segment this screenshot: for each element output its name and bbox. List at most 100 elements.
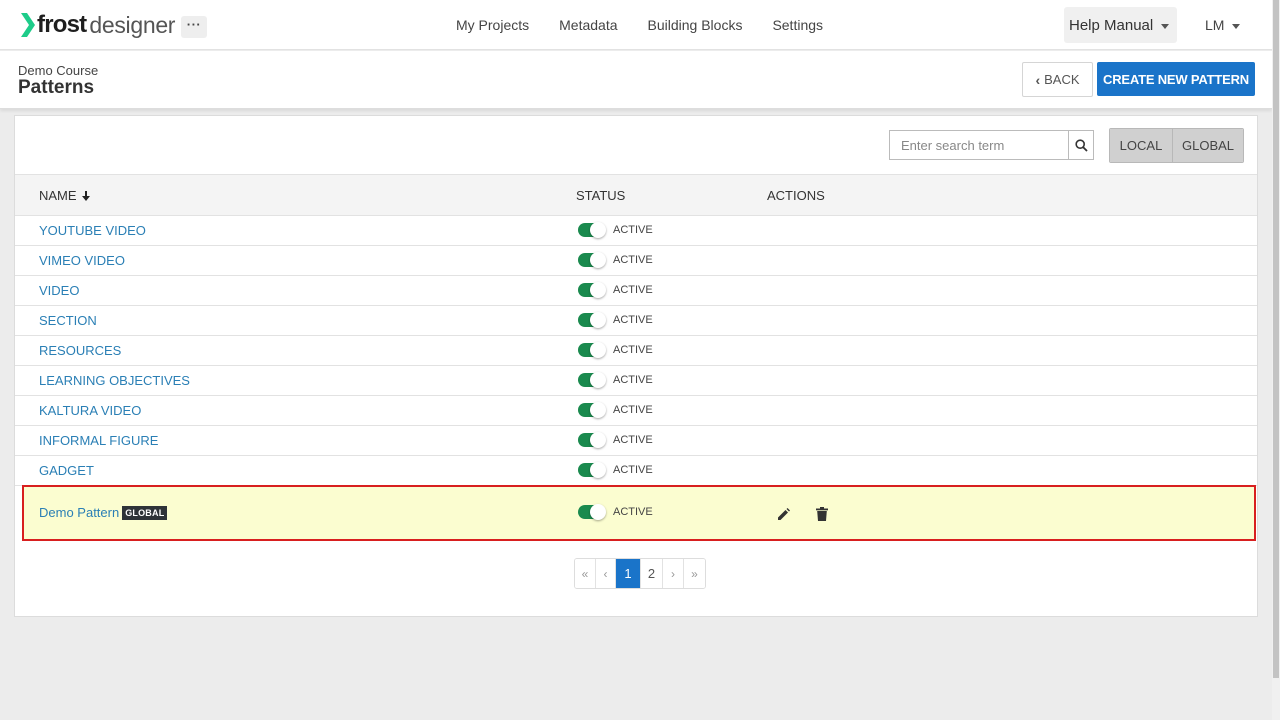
toggle-knob — [590, 402, 606, 418]
table-header: NAME STATUS ACTIONS — [15, 174, 1257, 216]
status-label: ACTIVE — [613, 374, 653, 386]
table-row: SECTION ACTIVE — [15, 306, 1257, 336]
nav-metadata[interactable]: Metadata — [559, 16, 617, 34]
status-label: ACTIVE — [613, 224, 653, 236]
status-toggle[interactable] — [578, 504, 606, 520]
status-toggle[interactable] — [578, 432, 606, 448]
status-label: ACTIVE — [613, 434, 653, 446]
create-new-pattern-button[interactable]: CREATE NEW PATTERN — [1097, 62, 1255, 96]
status-toggle[interactable] — [578, 312, 606, 328]
column-header-status: STATUS — [576, 188, 626, 203]
status-toggle[interactable] — [578, 462, 606, 478]
pagination-last[interactable]: » — [684, 559, 705, 588]
status-label: ACTIVE — [613, 284, 653, 296]
column-header-name-label: NAME — [39, 188, 77, 203]
pagination-page-2[interactable]: 2 — [641, 559, 663, 588]
search-box — [889, 130, 1094, 160]
back-button[interactable]: ‹ BACK — [1022, 62, 1093, 97]
page-title: Patterns — [18, 77, 95, 98]
table-row: RESOURCES ACTIVE — [15, 336, 1257, 366]
table-row: GADGET ACTIVE — [15, 456, 1257, 486]
status-toggle[interactable] — [578, 282, 606, 298]
status-label: ACTIVE — [613, 506, 653, 518]
status-label: ACTIVE — [613, 254, 653, 266]
pattern-name-link[interactable]: SECTION — [39, 313, 97, 328]
pattern-name-link[interactable]: RESOURCES — [39, 343, 121, 358]
toggle-knob — [590, 372, 606, 388]
app-logo[interactable]: frost designer — [21, 11, 175, 39]
status-label: ACTIVE — [613, 464, 653, 476]
status-toggle[interactable] — [578, 402, 606, 418]
table-row: INFORMAL FIGURE ACTIVE — [15, 426, 1257, 456]
nav-settings[interactable]: Settings — [772, 16, 823, 34]
scope-toggle-group: LOCAL GLOBAL — [1109, 128, 1244, 163]
trash-icon — [816, 507, 828, 521]
pattern-name-link[interactable]: YOUTUBE VIDEO — [39, 223, 146, 238]
pattern-name-link[interactable]: VIMEO VIDEO — [39, 253, 125, 268]
edit-button[interactable] — [775, 505, 793, 523]
table-row: KALTURA VIDEO ACTIVE — [15, 396, 1257, 426]
search-input[interactable] — [890, 131, 1069, 159]
pagination: « ‹ 1 2 › » — [574, 558, 706, 589]
top-navbar: frost designer ··· My Projects Metadata … — [0, 0, 1272, 50]
toggle-knob — [590, 432, 606, 448]
column-header-name[interactable]: NAME — [39, 188, 91, 203]
status-toggle[interactable] — [578, 222, 606, 238]
caret-down-icon — [1161, 23, 1170, 29]
status-label: ACTIVE — [613, 404, 653, 416]
pagination-first[interactable]: « — [575, 559, 596, 588]
pagination-page-1[interactable]: 1 — [616, 559, 641, 588]
toggle-knob — [590, 252, 606, 268]
breadcrumb[interactable]: Demo Course — [18, 63, 98, 78]
table-row: VIMEO VIDEO ACTIVE — [15, 246, 1257, 276]
nav-building-blocks[interactable]: Building Blocks — [648, 16, 743, 34]
nav-my-projects[interactable]: My Projects — [456, 16, 529, 34]
search-button[interactable] — [1069, 131, 1093, 159]
scope-global-button[interactable]: GLOBAL — [1173, 129, 1243, 162]
help-manual-dropdown[interactable]: Help Manual — [1064, 7, 1177, 43]
table-row: YOUTUBE VIDEO ACTIVE — [15, 216, 1257, 246]
help-manual-label: Help Manual — [1069, 16, 1154, 34]
sort-arrow-down-icon — [81, 190, 90, 201]
logo-arrow-icon — [21, 13, 35, 37]
toggle-knob — [590, 504, 606, 520]
toggle-knob — [590, 342, 606, 358]
pagination-prev[interactable]: ‹ — [596, 559, 616, 588]
user-initials: LM — [1205, 17, 1225, 33]
scope-local-button[interactable]: LOCAL — [1110, 129, 1173, 162]
main-nav: My Projects Metadata Building Blocks Set… — [456, 16, 853, 34]
scrollbar-thumb[interactable] — [1273, 0, 1279, 678]
pattern-name-link[interactable]: GADGET — [39, 463, 94, 478]
status-label: ACTIVE — [613, 344, 653, 356]
toggle-knob — [590, 312, 606, 328]
pattern-name-link[interactable]: INFORMAL FIGURE — [39, 433, 158, 448]
global-badge: GLOBAL — [122, 505, 168, 520]
pattern-name-link[interactable]: LEARNING OBJECTIVES — [39, 373, 190, 388]
status-toggle[interactable] — [578, 252, 606, 268]
status-label: ACTIVE — [613, 314, 653, 326]
toggle-knob — [590, 462, 606, 478]
table-row: VIDEO ACTIVE — [15, 276, 1257, 306]
pattern-name-link[interactable]: VIDEO — [39, 283, 79, 298]
highlighted-table-row: Demo Pattern GLOBAL ACTIVE — [22, 485, 1256, 541]
page-scrollbar[interactable] — [1272, 0, 1280, 720]
toggle-knob — [590, 222, 606, 238]
caret-down-icon — [1232, 23, 1241, 29]
pattern-name-link[interactable]: Demo Pattern — [39, 505, 119, 520]
delete-button[interactable] — [813, 505, 831, 523]
status-toggle[interactable] — [578, 372, 606, 388]
more-menu-button[interactable]: ··· — [181, 16, 207, 38]
pattern-name-cell: Demo Pattern GLOBAL — [39, 505, 168, 520]
search-icon — [1074, 138, 1088, 152]
table-row: LEARNING OBJECTIVES ACTIVE — [15, 366, 1257, 396]
pagination-next[interactable]: › — [663, 559, 684, 588]
status-toggle[interactable] — [578, 342, 606, 358]
page-header: Demo Course Patterns ‹ BACK CREATE NEW P… — [0, 51, 1272, 109]
column-header-actions: ACTIONS — [767, 188, 825, 203]
user-menu-dropdown[interactable]: LM — [1205, 17, 1241, 33]
logo-text-designer: designer — [89, 12, 176, 38]
pencil-icon — [778, 508, 790, 520]
logo-text-frost: frost — [37, 11, 87, 38]
pattern-name-link[interactable]: KALTURA VIDEO — [39, 403, 141, 418]
back-button-label: BACK — [1044, 72, 1080, 87]
